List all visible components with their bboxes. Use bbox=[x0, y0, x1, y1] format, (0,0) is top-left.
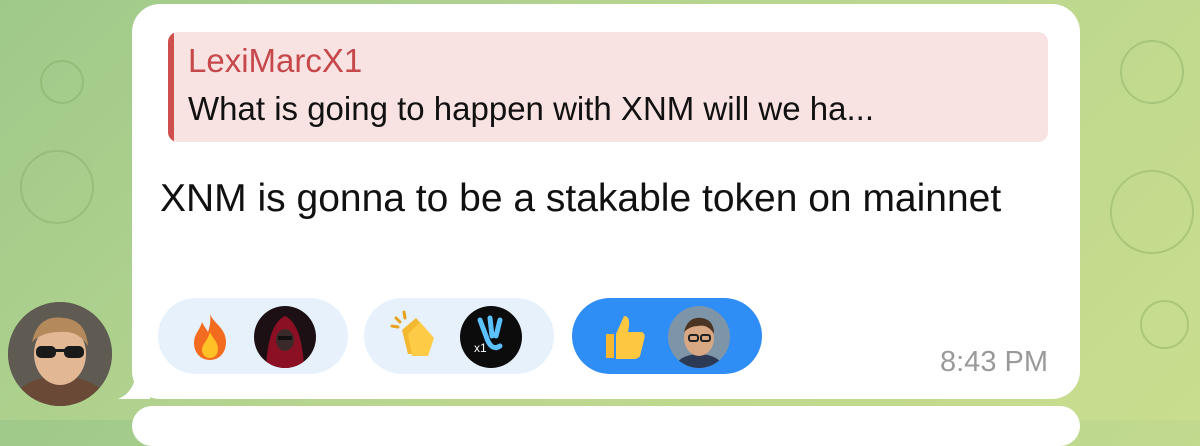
reaction-user-avatar: x1 bbox=[460, 306, 522, 368]
reaction-clap[interactable]: x1 bbox=[364, 298, 554, 374]
hooded-figure-avatar-icon bbox=[254, 306, 316, 368]
reaction-user-avatar bbox=[668, 306, 730, 368]
background-doodle bbox=[40, 60, 84, 104]
background-doodle bbox=[1110, 170, 1194, 254]
background-doodle bbox=[1140, 300, 1189, 349]
thumbs-up-emoji-icon bbox=[606, 316, 645, 359]
clapping-hands-emoji-icon bbox=[390, 310, 434, 356]
message-text: XNM is gonna to be a stakable token on m… bbox=[160, 177, 1002, 220]
reaction-fire[interactable] bbox=[158, 298, 348, 374]
background-doodle bbox=[1120, 40, 1184, 104]
fire-emoji-icon bbox=[194, 314, 226, 360]
message-timestamp: 8:43 PM bbox=[940, 346, 1048, 378]
reaction-thumbs-up[interactable] bbox=[572, 298, 762, 374]
reply-accent-bar bbox=[168, 32, 174, 142]
reply-author: LexiMarcX1 bbox=[188, 42, 363, 79]
next-message-bubble[interactable] bbox=[132, 406, 1080, 446]
x1-logo-avatar-icon: x1 bbox=[460, 306, 522, 368]
reaction-user-avatar bbox=[254, 306, 316, 368]
message-bubble[interactable]: LexiMarcX1 What is going to happen with … bbox=[132, 4, 1080, 399]
smiling-man-avatar-icon bbox=[668, 306, 730, 368]
reply-text: What is going to happen with XNM will we… bbox=[188, 90, 874, 127]
sender-avatar[interactable] bbox=[8, 302, 112, 406]
sender-avatar-image bbox=[8, 302, 112, 406]
svg-text:x1: x1 bbox=[474, 341, 487, 355]
background-doodle bbox=[20, 150, 94, 224]
reply-preview[interactable]: LexiMarcX1 What is going to happen with … bbox=[168, 32, 1048, 142]
